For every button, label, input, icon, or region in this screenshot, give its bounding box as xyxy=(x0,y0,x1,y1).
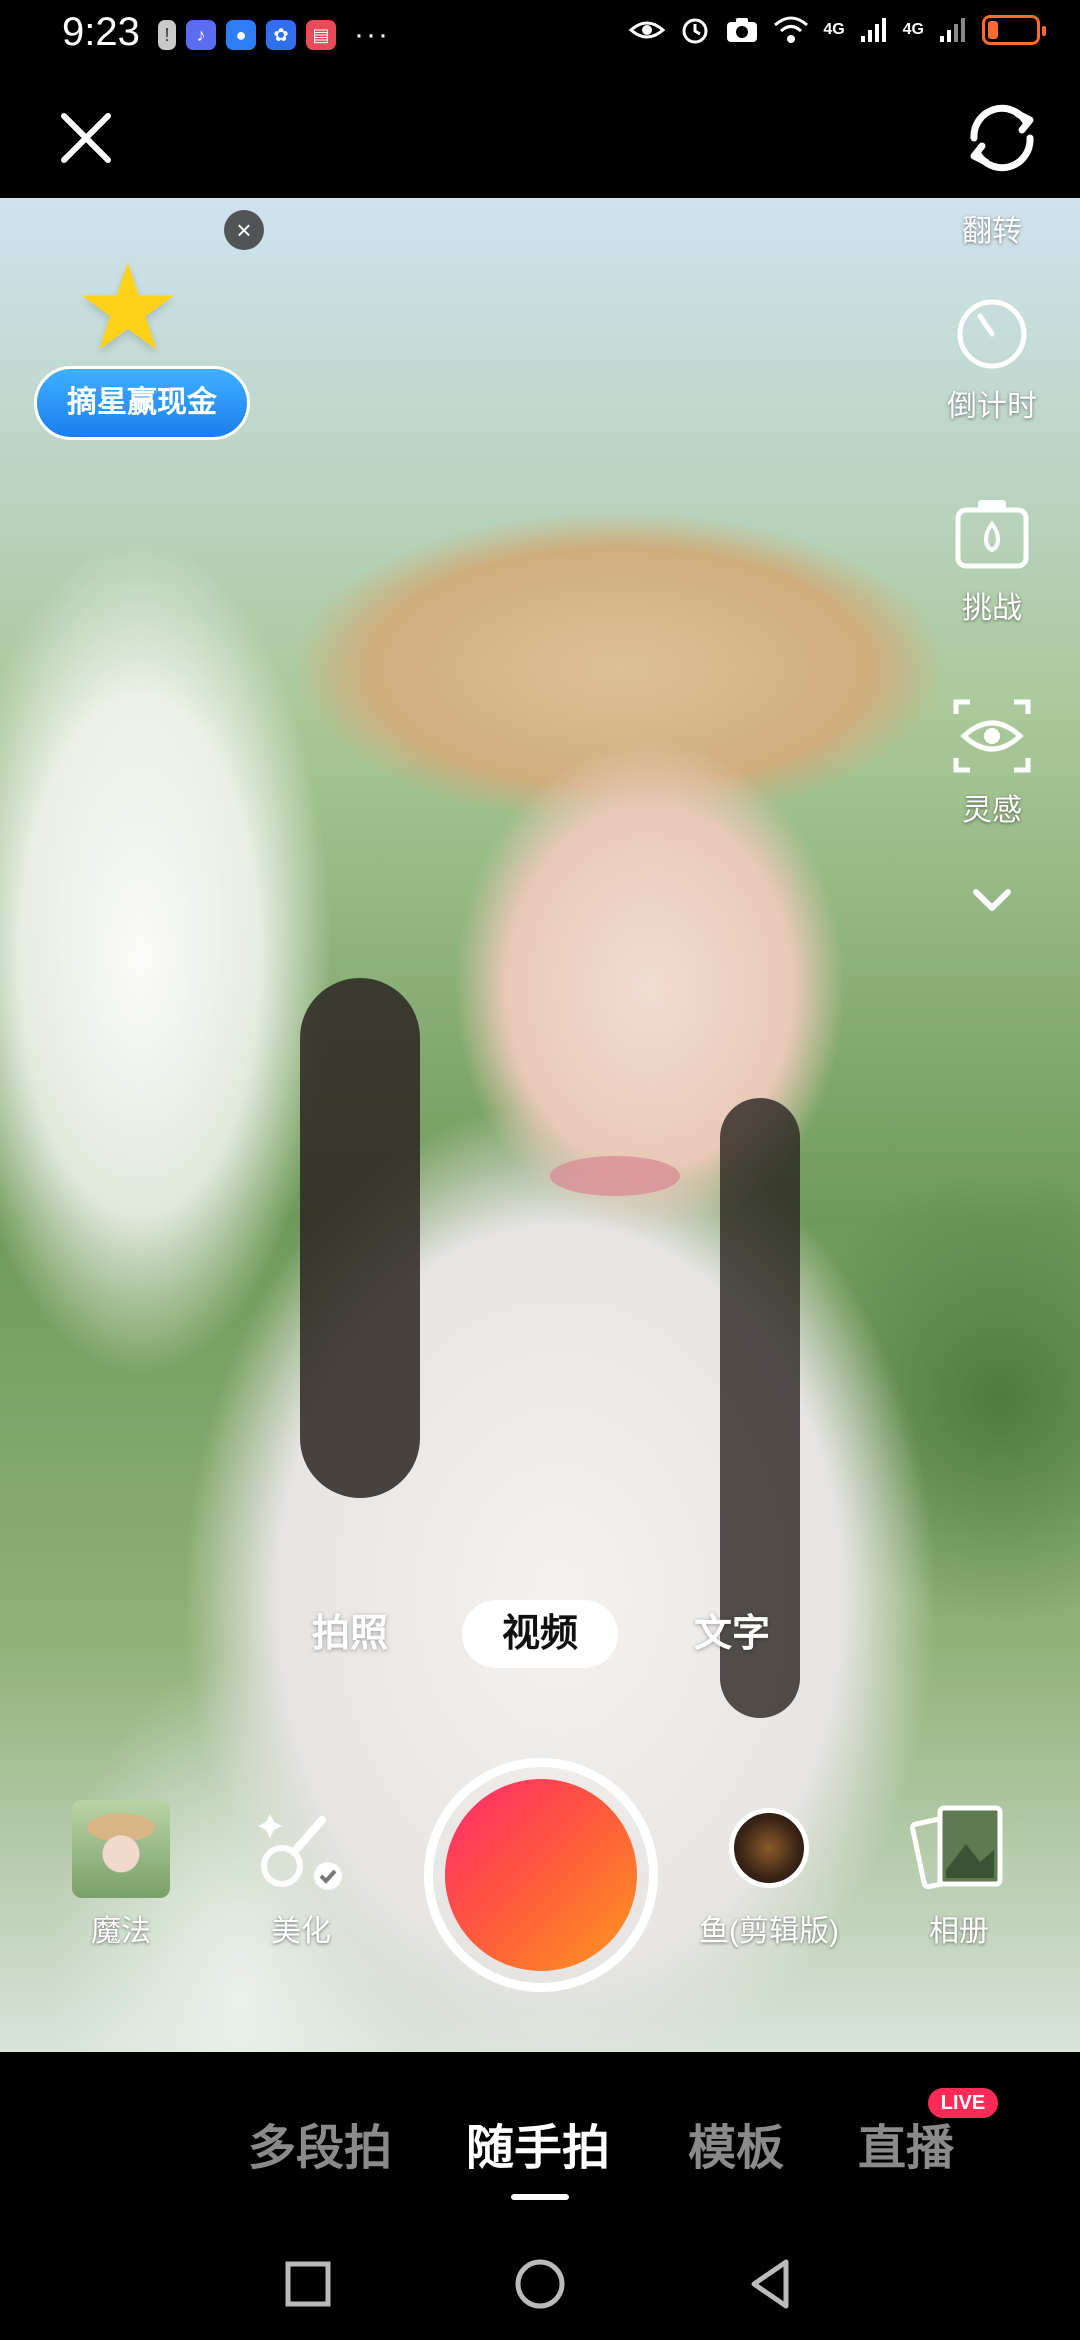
tool-timer[interactable]: 倒计时 xyxy=(922,290,1062,425)
recent-apps-icon[interactable] xyxy=(278,2254,338,2314)
tool-timer-label: 倒计时 xyxy=(947,390,1037,423)
preview-subject xyxy=(300,978,420,1498)
tool-inspiration[interactable]: 灵感 xyxy=(922,694,1062,829)
network-type-1: 4G xyxy=(823,21,845,38)
live-badge: LIVE xyxy=(928,2088,998,2118)
star-mascot-icon: ★ xyxy=(74,241,182,375)
promo-close-icon[interactable]: × xyxy=(224,210,264,250)
system-icons: 4G 4G xyxy=(629,14,1046,46)
signal-icon-1 xyxy=(860,18,886,42)
tool-inspiration-label: 灵感 xyxy=(962,794,1022,827)
tab-template[interactable]: 模板 xyxy=(688,2108,784,2178)
alarm-icon xyxy=(682,18,708,44)
status-bar: 9:23 ! ♪ ● ✿ ▤ ··· 4G 4G xyxy=(0,0,1080,72)
tool-flip[interactable]: 翻转 xyxy=(922,204,1062,250)
beautify-button[interactable]: 美化 xyxy=(226,1800,376,1950)
music-disc-icon xyxy=(729,1808,809,1888)
music-button[interactable]: 鱼(剪辑版) xyxy=(684,1800,854,1950)
wifi-icon xyxy=(774,16,809,43)
more-notifications-icon: ··· xyxy=(354,18,390,51)
notification-icons: ! ♪ ● ✿ ▤ ··· xyxy=(158,18,390,52)
album-button[interactable]: 相册 xyxy=(884,1800,1034,1950)
album-label: 相册 xyxy=(929,1915,989,1948)
back-icon[interactable] xyxy=(742,2254,802,2314)
browser-app-icon: ● xyxy=(226,20,256,50)
mode-photo[interactable]: 拍照 xyxy=(290,1600,410,1668)
music-title: 鱼(剪辑版) xyxy=(699,1915,839,1948)
beautify-label: 美化 xyxy=(271,1915,331,1948)
baidu-app-icon: ✿ xyxy=(266,20,296,50)
album-icon xyxy=(910,1805,1003,1890)
capture-mode-selector: 拍照 视频 文字 xyxy=(0,1600,1080,1670)
tool-flip-label: 翻转 xyxy=(962,215,1022,248)
chevron-down-icon[interactable] xyxy=(948,878,1036,926)
battery-level xyxy=(988,21,999,39)
battery-icon xyxy=(982,15,1046,45)
tool-challenge[interactable]: 挑战 xyxy=(922,492,1062,627)
magic-label: 魔法 xyxy=(91,1915,151,1948)
record-button-core xyxy=(445,1779,637,1971)
timer-icon xyxy=(957,299,1027,369)
signal-icon-2 xyxy=(940,18,965,42)
eye-comfort-icon xyxy=(629,21,666,39)
tool-challenge-label: 挑战 xyxy=(962,592,1022,625)
mode-video[interactable]: 视频 xyxy=(462,1600,618,1668)
status-time: 9:23 xyxy=(62,10,140,54)
active-tab-indicator xyxy=(511,2194,569,2200)
sim-alert-icon: ! xyxy=(158,20,176,50)
inspiration-eye-icon xyxy=(953,699,1031,773)
beautify-brush-icon xyxy=(258,1814,342,1890)
system-nav-bar xyxy=(0,2232,1080,2340)
tab-casual[interactable]: 随手拍 xyxy=(466,2108,610,2178)
camera-status-icon xyxy=(727,18,758,42)
magic-effect-thumbnail xyxy=(72,1800,170,1898)
book-app-icon: ▤ xyxy=(306,20,336,50)
camera-top-bar xyxy=(0,72,1080,198)
music-app-icon: ♪ xyxy=(186,20,216,50)
magic-button[interactable]: 魔法 xyxy=(46,1800,196,1950)
home-icon[interactable] xyxy=(510,2254,570,2314)
promo-widget[interactable]: ★ × 摘星赢现金 xyxy=(34,210,264,448)
shooting-tabs: 多段拍 随手拍 模板 直播 LIVE xyxy=(0,2052,1080,2232)
challenge-icon xyxy=(955,500,1029,569)
tab-live[interactable]: 直播 xyxy=(858,2108,954,2178)
promo-label[interactable]: 摘星赢现金 xyxy=(34,366,250,440)
mode-text[interactable]: 文字 xyxy=(672,1600,792,1668)
record-button[interactable] xyxy=(424,1758,658,1992)
network-type-2: 4G xyxy=(902,21,924,38)
close-icon[interactable] xyxy=(56,108,116,168)
flip-camera-icon[interactable] xyxy=(960,96,1044,180)
tab-multi-segment[interactable]: 多段拍 xyxy=(248,2108,392,2178)
